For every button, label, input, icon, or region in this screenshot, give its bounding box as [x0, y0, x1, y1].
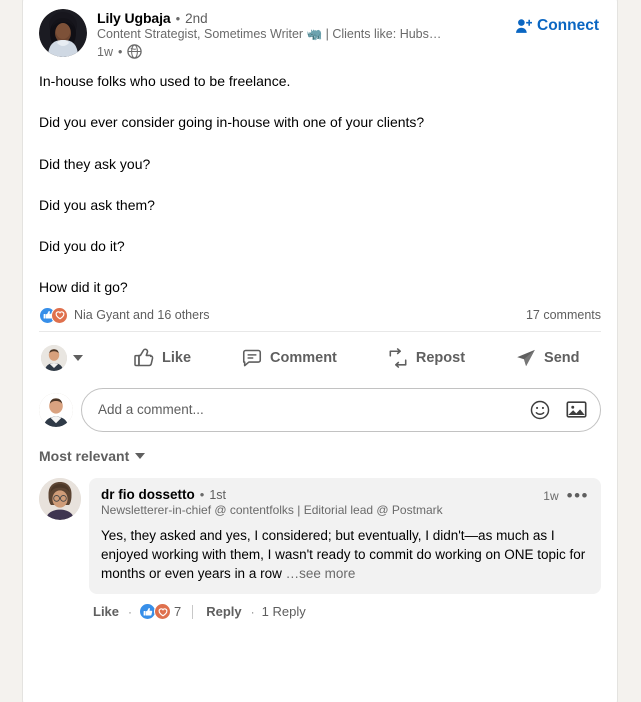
- comment-item: dr fio dossetto • 1st Newsletterer-in-ch…: [23, 474, 617, 625]
- chevron-down-icon: [73, 354, 83, 361]
- heart-reaction-icon: [51, 306, 68, 324]
- commenter-name-row: dr fio dossetto • 1st: [101, 487, 443, 502]
- comment-input[interactable]: [98, 402, 529, 418]
- author-name[interactable]: Lily Ugbaja: [97, 10, 171, 26]
- post-card: Lily Ugbaja • 2nd Content Strategist, So…: [22, 0, 618, 702]
- comments-count[interactable]: 17 comments: [526, 308, 601, 322]
- heart-reaction-icon: [154, 603, 172, 621]
- post-line: Did they ask you?: [39, 155, 151, 172]
- sort-dropdown-button[interactable]: Most relevant: [39, 446, 146, 466]
- footer-divider: [192, 604, 194, 619]
- emoji-icon[interactable]: [529, 399, 551, 421]
- see-more-link[interactable]: …see more: [286, 566, 356, 581]
- chevron-down-icon: [135, 452, 146, 459]
- footer-separator: ·: [250, 604, 255, 619]
- meta-separator: •: [117, 44, 123, 59]
- post-line: Did you do it?: [39, 238, 125, 255]
- like-button[interactable]: Like: [123, 338, 201, 378]
- comment-input-box[interactable]: [81, 387, 601, 432]
- post-line: In-house folks who used to be freelance.: [39, 73, 291, 89]
- person-plus-icon: [515, 18, 532, 35]
- current-user-avatar: [41, 344, 67, 371]
- post-meta-row: 1w •: [97, 44, 509, 59]
- comments-sort-row: Most relevant: [23, 442, 617, 474]
- send-button[interactable]: Send: [505, 338, 589, 378]
- post-header: Lily Ugbaja • 2nd Content Strategist, So…: [23, 0, 617, 59]
- comment-composer: [23, 384, 617, 442]
- comment-card: dr fio dossetto • 1st Newsletterer-in-ch…: [89, 477, 601, 595]
- commenter-avatar[interactable]: [39, 477, 81, 520]
- comment-timestamp: 1w: [543, 488, 559, 503]
- connect-button[interactable]: Connect: [509, 13, 601, 39]
- comment-button[interactable]: Comment: [231, 338, 347, 378]
- sort-label: Most relevant: [39, 447, 130, 464]
- post-line: How did it go?: [39, 279, 128, 296]
- composer-user-avatar[interactable]: [39, 392, 73, 427]
- comment-label: Comment: [270, 349, 337, 366]
- commenter-name[interactable]: dr fio dossetto: [101, 487, 195, 502]
- author-identity: Lily Ugbaja • 2nd Content Strategist, So…: [97, 9, 509, 59]
- post-line: Did you ever consider going in-house wit…: [39, 114, 425, 131]
- linkedin-feed-page: Lily Ugbaja • 2nd Content Strategist, So…: [0, 0, 641, 702]
- comment-like-button[interactable]: Like: [91, 602, 121, 621]
- comment-options-menu-button[interactable]: •••: [567, 487, 589, 504]
- speech-bubble-icon: [241, 347, 263, 369]
- thumbs-up-icon: [133, 347, 155, 369]
- post-body: In-house folks who used to be freelance.…: [23, 59, 617, 298]
- comment-header-right: 1w •••: [543, 487, 589, 504]
- comment-header: dr fio dossetto • 1st Newsletterer-in-ch…: [101, 487, 589, 517]
- reactors-text: Nia Gyant and 16 others: [74, 308, 210, 323]
- repost-label: Repost: [415, 349, 466, 366]
- author-degree: 2nd: [185, 11, 208, 26]
- commenter-identity: dr fio dossetto • 1st Newsletterer-in-ch…: [101, 487, 443, 517]
- repost-icon: [387, 347, 409, 369]
- comment-replies-count[interactable]: 1 Reply: [262, 604, 306, 619]
- comment-reactions-group[interactable]: 7: [139, 603, 182, 621]
- comment-main: dr fio dossetto • 1st Newsletterer-in-ch…: [89, 477, 601, 625]
- action-bar: Like Comment Repost Send: [23, 332, 617, 384]
- commenter-separator: •: [199, 486, 205, 502]
- connect-label: Connect: [537, 17, 599, 34]
- repost-button[interactable]: Repost: [377, 338, 475, 378]
- commenter-headline: Newsletterer-in-chief @ contentfolks | E…: [101, 502, 443, 517]
- footer-separator: ·: [128, 604, 133, 619]
- comment-footer: Like · 7 Reply · 1 Reply: [89, 594, 601, 625]
- author-name-row: Lily Ugbaja • 2nd: [97, 10, 509, 26]
- social-counts-row: Nia Gyant and 16 others 17 comments: [23, 298, 617, 331]
- post-timestamp: 1w: [97, 44, 113, 59]
- author-headline: Content Strategist, Sometimes Writer 🦏 |…: [97, 27, 442, 41]
- globe-icon: [127, 44, 143, 59]
- comment-text: Yes, they asked and yes, I considered; b…: [101, 526, 589, 583]
- post-line: Did you ask them?: [39, 196, 155, 213]
- commenter-degree: 1st: [209, 487, 226, 502]
- react-as-avatar-dropdown[interactable]: [37, 339, 87, 377]
- paper-plane-icon: [515, 347, 537, 369]
- comment-reaction-count: 7: [174, 604, 182, 620]
- send-label: Send: [544, 349, 580, 366]
- author-avatar[interactable]: [39, 9, 87, 57]
- reactors-group[interactable]: Nia Gyant and 16 others: [39, 306, 210, 324]
- comment-reply-button[interactable]: Reply: [204, 602, 243, 621]
- image-icon[interactable]: [565, 398, 588, 421]
- like-label: Like: [162, 349, 192, 366]
- reaction-icons: [39, 306, 68, 324]
- name-separator: •: [175, 11, 181, 26]
